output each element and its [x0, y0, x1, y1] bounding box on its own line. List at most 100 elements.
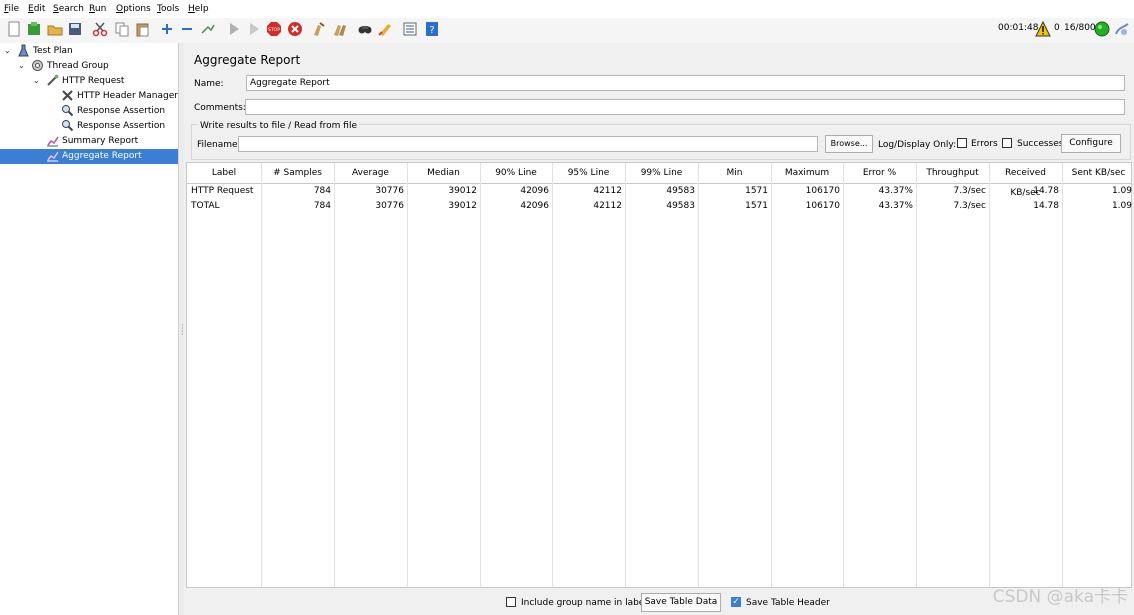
collapse-caret-icon[interactable]: ⌄ [18, 61, 25, 70]
aggregate-table: Label # Samples Average Median 90% Line 95% L… [186, 162, 1132, 588]
paste-icon[interactable] [135, 21, 151, 37]
column-header[interactable]: Maximum [771, 163, 843, 183]
column-header[interactable]: 90% Line [480, 163, 552, 183]
successes-label: Successes [1017, 139, 1064, 149]
open-icon[interactable] [47, 21, 63, 37]
column-divider [843, 163, 844, 587]
filename-field[interactable] [238, 136, 818, 152]
column-divider [916, 163, 917, 587]
column-divider [407, 163, 408, 587]
table-cell: 784 [313, 186, 331, 196]
tree-node-http-header-manager[interactable]: HTTP Header Manager [61, 89, 178, 104]
table-cell: 43.37% [878, 201, 913, 211]
table-cell: 1.09 [1111, 201, 1132, 211]
menu-tools[interactable]: Tools [157, 4, 179, 14]
assertion-icon [61, 119, 74, 132]
column-header[interactable]: Received KB/sec [989, 163, 1062, 198]
name-field[interactable]: Aggregate Report [246, 75, 1125, 91]
table-cell: 39012 [448, 186, 477, 196]
stop-icon[interactable]: STOP [266, 21, 282, 37]
column-header[interactable]: # Samples [261, 163, 334, 183]
tree-node-label: Response Assertion [77, 106, 166, 116]
tree-node-label: Response Assertion [77, 121, 166, 131]
collapse-caret-icon[interactable]: ⌄ [4, 46, 11, 55]
copy-icon[interactable] [114, 21, 130, 37]
expand-icon[interactable] [159, 21, 175, 37]
table-cell: 30776 [375, 201, 404, 211]
running-indicator-icon [1094, 21, 1110, 37]
table-cell: 43.37% [878, 186, 913, 196]
column-header[interactable]: 95% Line [552, 163, 625, 183]
table-cell: 7.3/sec [953, 186, 986, 196]
column-header[interactable]: Sent KB/sec [1062, 163, 1134, 183]
table-cell: 14.78 [1033, 186, 1059, 196]
browse-button[interactable]: Browse... [825, 135, 873, 153]
table-cell: 42096 [520, 201, 549, 211]
warning-icon[interactable] [1035, 21, 1051, 37]
menu-edit[interactable]: Edit [28, 4, 45, 14]
help-icon[interactable]: ? [424, 21, 440, 37]
table-cell: 42096 [520, 186, 549, 196]
column-header[interactable]: Average [334, 163, 407, 183]
tree-node-summary-report[interactable]: Summary Report [46, 134, 138, 149]
reset-search-icon[interactable] [377, 21, 393, 37]
menu-file[interactable]: File [4, 4, 19, 14]
tree-node-response-assertion-1[interactable]: Response Assertion [61, 104, 165, 119]
column-divider [1062, 163, 1063, 587]
search-icon[interactable] [357, 21, 373, 37]
new-icon[interactable] [6, 21, 22, 37]
start-icon[interactable] [226, 21, 242, 37]
table-cell: 106170 [805, 201, 840, 211]
tree-node-test-plan[interactable]: Test Plan [17, 44, 73, 59]
collapse-caret-icon[interactable]: ⌄ [33, 76, 40, 85]
menu-options[interactable]: Options [116, 4, 151, 14]
toggle-icon[interactable] [200, 21, 216, 37]
save-table-data-button[interactable]: Save Table Data [641, 593, 721, 612]
column-header[interactable]: Median [407, 163, 480, 183]
include-group-checkbox[interactable] [506, 597, 516, 607]
column-header[interactable]: Min [698, 163, 771, 183]
include-group-label: Include group name in label? [521, 598, 652, 608]
start-no-pause-icon[interactable] [246, 21, 262, 37]
save-table-header-checkbox[interactable]: ✓ [731, 597, 741, 607]
save-table-header-label: Save Table Header [746, 598, 830, 608]
header-manager-icon [61, 89, 74, 102]
menu-search[interactable]: Search [53, 4, 84, 14]
cut-icon[interactable] [92, 21, 108, 37]
function-helper-icon[interactable] [402, 21, 418, 37]
comments-field[interactable] [245, 99, 1125, 115]
test-plan-tree: ⌄ Test Plan ⌄ Thread Group ⌄ HTTP Reques… [0, 43, 179, 615]
table-cell: 1571 [745, 201, 768, 211]
tree-node-thread-group[interactable]: Thread Group [31, 59, 109, 74]
table-cell: TOTAL [191, 201, 220, 211]
menu-help[interactable]: Help [188, 4, 209, 14]
successes-checkbox[interactable] [1002, 138, 1012, 148]
column-divider [698, 163, 699, 587]
shutdown-icon[interactable] [287, 21, 303, 37]
column-header[interactable]: Throughput [916, 163, 989, 183]
tree-node-response-assertion-2[interactable]: Response Assertion [61, 119, 165, 134]
errors-checkbox[interactable] [957, 138, 967, 148]
http-request-icon [46, 74, 59, 87]
table-cell: 1.09 [1111, 186, 1132, 196]
column-header[interactable]: Error % [843, 163, 916, 183]
collapse-icon[interactable] [179, 21, 195, 37]
errors-label: Errors [971, 139, 998, 149]
save-icon[interactable] [67, 21, 83, 37]
templates-icon[interactable] [26, 21, 42, 37]
remote-engines-icon[interactable] [1114, 21, 1130, 37]
column-header[interactable]: Label [187, 163, 261, 183]
column-header[interactable]: 99% Line [625, 163, 698, 183]
clear-icon[interactable] [311, 21, 327, 37]
tree-node-aggregate-report[interactable]: Aggregate Report [0, 149, 178, 164]
tree-node-label: HTTP Request [62, 76, 125, 86]
table-cell: 42112 [593, 186, 622, 196]
warning-count: 0 [1054, 23, 1060, 33]
configure-button[interactable]: Configure [1061, 134, 1121, 153]
menu-bar: File Edit Search Run Options Tools Help [0, 0, 1134, 18]
tree-node-http-request[interactable]: HTTP Request [46, 74, 124, 89]
report-icon [46, 134, 59, 147]
menu-run[interactable]: Run [89, 4, 106, 14]
clear-all-icon[interactable] [332, 21, 348, 37]
table-cell: 14.78 [1033, 201, 1059, 211]
